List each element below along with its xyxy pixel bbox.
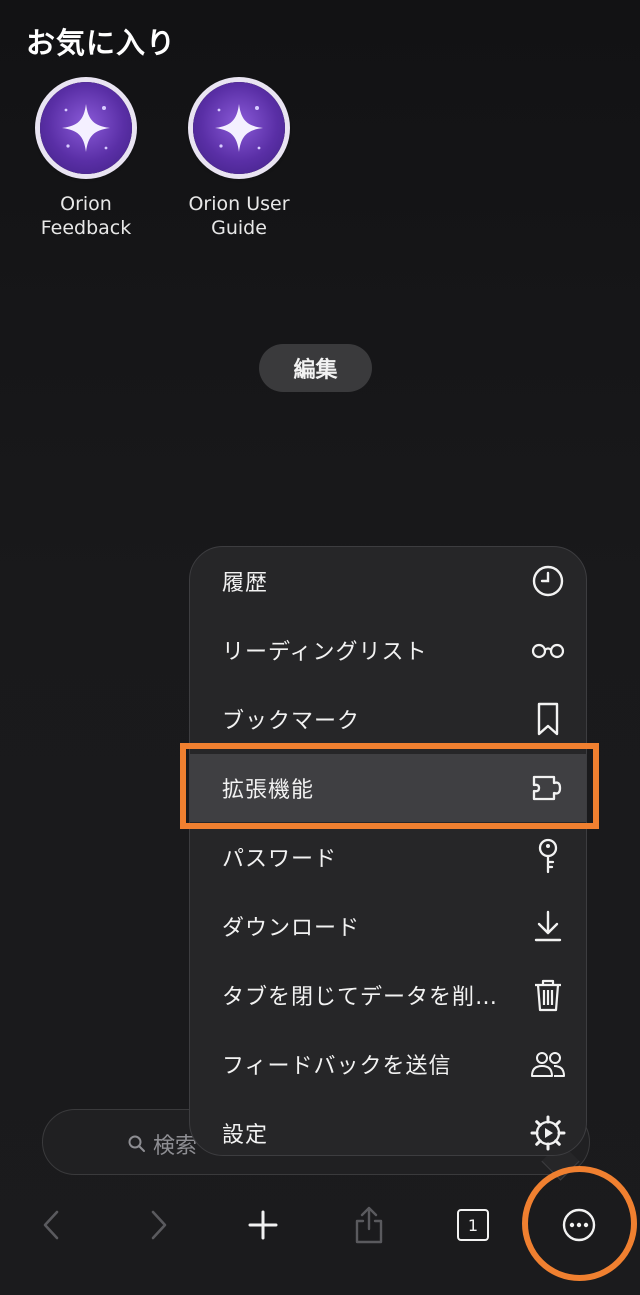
forward-button[interactable]	[134, 1200, 184, 1250]
orion-sparkle-icon	[193, 82, 285, 174]
menu-item-label: ダウンロード	[222, 916, 361, 941]
menu-item-label: パスワード	[222, 847, 338, 872]
favorite-label: Orion Feedback	[40, 193, 132, 239]
plus-icon	[248, 1210, 278, 1240]
tabs-icon: 1	[457, 1209, 489, 1241]
menu-item-history[interactable]: 履歴	[190, 547, 586, 615]
tabs-button[interactable]: 1	[448, 1200, 498, 1250]
orion-sparkle-icon	[40, 82, 132, 174]
menu-item-send-feedback[interactable]: フィードバックを送信	[190, 1030, 586, 1098]
menu-item-label: ブックマーク	[222, 709, 361, 734]
gear-icon	[528, 1113, 568, 1153]
new-tab-button[interactable]	[238, 1200, 288, 1250]
key-icon	[528, 837, 568, 877]
menu-item-label: リーディングリスト	[222, 640, 428, 665]
download-icon	[528, 906, 568, 946]
bookmark-icon	[528, 699, 568, 739]
search-icon	[128, 1135, 145, 1152]
favorite-label: Orion User Guide	[188, 193, 290, 239]
back-button[interactable]	[26, 1200, 76, 1250]
edit-button[interactable]: 編集	[259, 344, 372, 392]
menu-item-label: タブを閉じてデータを削…	[222, 985, 499, 1010]
menu-item-passwords[interactable]: パスワード	[190, 823, 586, 891]
menu-item-label: 設定	[222, 1123, 269, 1148]
trash-icon	[528, 975, 568, 1015]
forward-icon	[151, 1210, 167, 1240]
more-menu: 履歴 リーディングリスト ブックマーク 拡張機能 パスワード ダウンロード タブ…	[189, 546, 587, 1156]
people-icon	[528, 1044, 568, 1084]
menu-item-close-tabs-clear-data[interactable]: タブを閉じてデータを削…	[190, 961, 586, 1029]
menu-item-label: フィードバックを送信	[222, 1054, 452, 1079]
favorite-orion-user-guide[interactable]: Orion User Guide	[169, 82, 309, 240]
clock-icon	[528, 561, 568, 601]
menu-item-settings[interactable]: 設定	[190, 1099, 586, 1167]
share-button[interactable]	[344, 1200, 394, 1250]
favorites-title: お気に入り	[26, 26, 177, 60]
menu-item-reading-list[interactable]: リーディングリスト	[190, 616, 586, 684]
more-button-annotation-circle	[522, 1166, 637, 1281]
menu-item-downloads[interactable]: ダウンロード	[190, 892, 586, 960]
tab-count: 1	[467, 1215, 479, 1235]
share-icon	[355, 1206, 383, 1244]
back-icon	[43, 1210, 59, 1240]
glasses-icon	[528, 630, 568, 670]
highlight-annotation-box	[180, 743, 599, 829]
favorite-orion-feedback[interactable]: Orion Feedback	[16, 82, 156, 240]
menu-item-label: 履歴	[222, 571, 269, 596]
